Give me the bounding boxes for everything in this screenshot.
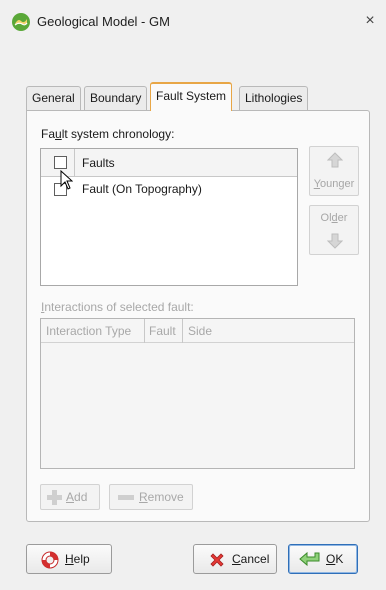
geological-model-app-icon <box>12 13 30 31</box>
select-all-checkbox[interactable] <box>54 156 67 169</box>
ok-label: OK <box>326 552 344 566</box>
column-divider <box>182 319 183 343</box>
remove-label: Remove <box>139 490 184 504</box>
interactions-grid[interactable]: Interaction Type Fault Side <box>40 318 355 469</box>
older-label: Older <box>320 212 348 224</box>
fault-column-header: Fault <box>149 324 176 338</box>
cancel-label: Cancel <box>232 552 270 566</box>
ok-button[interactable]: OK <box>288 544 358 574</box>
add-label: Add <box>66 490 88 504</box>
window-title: Geological Model - GM <box>37 14 170 29</box>
table-row[interactable]: Fault (On Topography) <box>41 178 297 202</box>
older-button[interactable]: Older <box>309 205 359 255</box>
tab-fault-system[interactable]: Fault System <box>150 82 233 111</box>
title-bar: Geological Model - GM × <box>0 0 386 44</box>
side-column-header: Side <box>188 324 213 338</box>
lifebuoy-icon <box>41 551 59 569</box>
younger-label: Younger <box>313 178 355 190</box>
add-button[interactable]: Add <box>40 484 100 510</box>
arrow-down-icon <box>327 233 343 249</box>
arrow-up-icon <box>327 152 343 168</box>
remove-button[interactable]: Remove <box>109 484 193 510</box>
chronology-grid[interactable]: Faults Fault (On Topography) <box>40 148 298 286</box>
column-divider <box>74 149 75 177</box>
faults-column-header: Faults <box>82 156 115 170</box>
help-label: Help <box>65 552 90 566</box>
interaction-type-column-header: Interaction Type <box>46 324 132 338</box>
tab-boundary[interactable]: Boundary <box>84 86 148 110</box>
interactions-grid-header: Interaction Type Fault Side <box>41 319 354 343</box>
chronology-label: Fault system chronology: <box>41 127 175 141</box>
plus-icon <box>47 490 62 505</box>
chronology-grid-header: Faults <box>41 149 297 177</box>
tab-general[interactable]: General <box>26 86 81 110</box>
mouse-cursor-icon <box>60 170 73 190</box>
return-arrow-icon <box>299 551 320 567</box>
help-button[interactable]: Help <box>26 544 112 574</box>
close-button[interactable]: × <box>360 10 380 32</box>
fault-name: Fault (On Topography) <box>82 182 202 196</box>
minus-icon <box>118 495 134 500</box>
interactions-label: Interactions of selected fault: <box>41 300 194 314</box>
column-divider <box>144 319 145 343</box>
tab-lithologies[interactable]: Lithologies <box>239 86 309 110</box>
younger-button[interactable]: Younger <box>309 146 359 196</box>
cancel-button[interactable]: Cancel <box>193 544 277 574</box>
red-x-icon <box>210 553 224 567</box>
